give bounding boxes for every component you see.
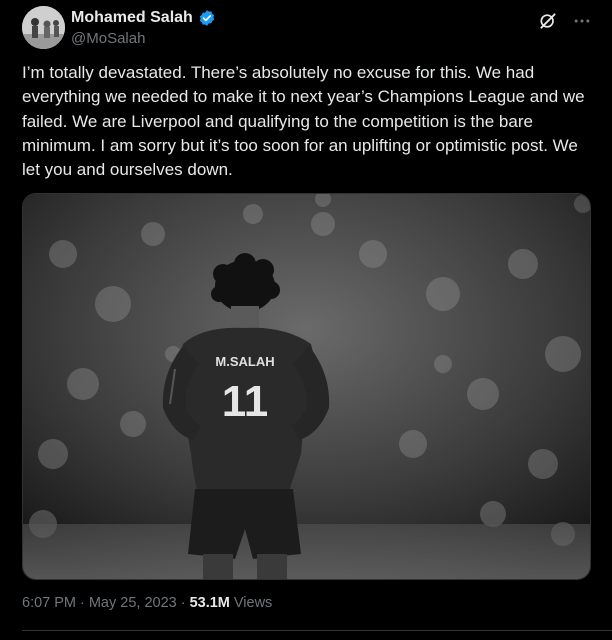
author-handle[interactable]: @MoSalah bbox=[71, 30, 145, 47]
grok-icon[interactable] bbox=[538, 11, 558, 31]
tweet-meta: 6:07 PM · May 25, 2023 · 53.1M Views bbox=[22, 595, 272, 611]
tweet-time[interactable]: 6:07 PM bbox=[22, 595, 76, 611]
tweet-date[interactable]: May 25, 2023 bbox=[89, 595, 177, 611]
views-count[interactable]: 53.1M bbox=[190, 595, 230, 611]
meta-separator: · bbox=[180, 595, 186, 611]
shirt-name: M.SALAH bbox=[215, 354, 274, 369]
shirt-number: 11 bbox=[222, 377, 269, 426]
meta-separator: · bbox=[80, 595, 85, 611]
more-icon[interactable] bbox=[572, 11, 592, 31]
divider bbox=[22, 630, 612, 631]
tweet-actions bbox=[538, 11, 592, 31]
tweet-photo[interactable]: M.SALAH 11 bbox=[22, 193, 591, 580]
photo-player-back: M.SALAH 11 bbox=[23, 194, 590, 579]
tweet-header: Mohamed Salah @MoSalah bbox=[22, 6, 592, 50]
author-name[interactable]: Mohamed Salah bbox=[71, 9, 193, 27]
author-name-row: Mohamed Salah bbox=[71, 9, 216, 27]
avatar[interactable] bbox=[22, 6, 65, 49]
views-label: Views bbox=[233, 595, 273, 611]
verified-badge-icon bbox=[198, 9, 216, 27]
tweet: Mohamed Salah @MoSalah I’m totally devas… bbox=[0, 0, 612, 640]
tweet-text: I’m totally devastated. There’s absolute… bbox=[22, 63, 585, 180]
